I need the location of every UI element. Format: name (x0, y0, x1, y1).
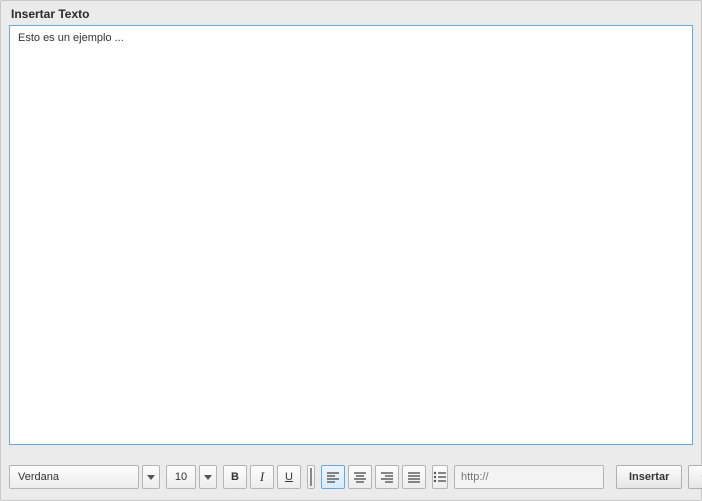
text-color-swatch (310, 468, 312, 486)
font-family-select[interactable]: Verdana (9, 465, 139, 489)
underline-icon: U (285, 471, 293, 483)
close-button[interactable]: Cerrar (688, 465, 702, 489)
insert-text-dialog: Insertar Texto Esto es un ejemplo ... Ve… (0, 0, 702, 501)
font-size-select[interactable]: 10 (166, 465, 196, 489)
font-size-group: 10 (166, 465, 217, 489)
font-family-group: Verdana (9, 465, 160, 489)
align-justify-button[interactable] (402, 465, 426, 489)
align-center-button[interactable] (348, 465, 372, 489)
underline-button[interactable]: U (277, 465, 301, 489)
align-center-icon (353, 471, 367, 483)
font-size-dropdown-button[interactable] (199, 465, 217, 489)
bullet-list-button[interactable] (432, 465, 448, 489)
link-url-input[interactable] (454, 465, 604, 489)
font-family-value: Verdana (18, 471, 59, 483)
align-right-icon (380, 471, 394, 483)
italic-icon: I (260, 469, 264, 485)
align-group (321, 465, 426, 489)
chevron-down-icon (204, 473, 212, 481)
bold-button[interactable]: B (223, 465, 247, 489)
align-left-button[interactable] (321, 465, 345, 489)
font-family-dropdown-button[interactable] (142, 465, 160, 489)
text-editor-area[interactable]: Esto es un ejemplo ... (9, 25, 693, 445)
italic-button[interactable]: I (250, 465, 274, 489)
font-size-value: 10 (175, 471, 187, 483)
style-group: B I U (223, 465, 301, 489)
bold-icon: B (231, 471, 239, 483)
align-right-button[interactable] (375, 465, 399, 489)
dialog-title: Insertar Texto (9, 5, 693, 25)
bullet-list-icon (433, 471, 447, 483)
insert-button[interactable]: Insertar (616, 465, 682, 489)
align-justify-icon (407, 471, 421, 483)
align-left-icon (326, 471, 340, 483)
toolbar: Verdana 10 B I U (9, 462, 693, 492)
text-color-button[interactable] (307, 465, 315, 489)
chevron-down-icon (147, 473, 155, 481)
